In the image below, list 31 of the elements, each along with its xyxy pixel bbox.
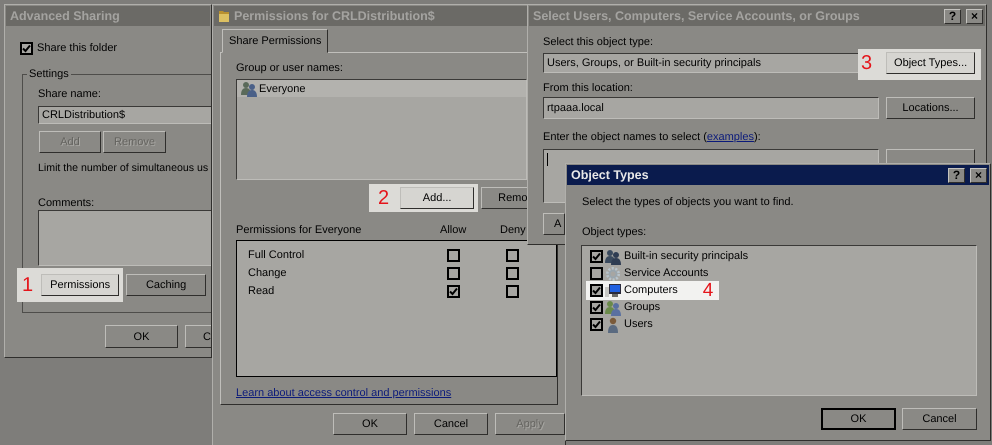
checkbox-label: Built-in security principals (624, 250, 748, 263)
column-header: Allow (440, 224, 468, 237)
checkbox-label: Share this folder (37, 42, 118, 55)
field-label: Comments: (38, 197, 94, 210)
checkbox-label: Service Accounts (624, 267, 708, 280)
step-number: 4 (702, 281, 714, 300)
step-number: 1 (22, 275, 34, 295)
step-number: 2 (378, 188, 390, 208)
checkbox-label: Computers (624, 284, 678, 297)
window-title: Object Types (571, 168, 649, 182)
permission-name: Full Control (248, 248, 306, 262)
location-field: rtpaaa.local (543, 97, 879, 119)
field-label: Permissions for Everyone (236, 224, 362, 237)
description-text: Select the types of objects you want to find. (582, 196, 794, 209)
permission-name: Read (248, 284, 276, 298)
field-label: Share name: (38, 88, 101, 101)
window-title: Permissions for CRLDistribution$ (234, 9, 435, 23)
checkbox-label: Groups (624, 301, 660, 314)
field-label: Select this object type: (543, 36, 654, 49)
field-label: From this location: (543, 82, 633, 95)
window-title: Select Users, Computers, Service Accounts, or Groups (533, 9, 860, 23)
step-number: 3 (861, 53, 872, 73)
window-title: Advanced Sharing (10, 9, 120, 23)
group-label: Settings (27, 68, 71, 81)
description-text: Limit the number of simultaneous us (38, 162, 208, 175)
permission-name: Change (248, 266, 288, 280)
field-label: Enter the object names to select (examples): (543, 131, 761, 144)
field-label: Object types: (582, 226, 646, 239)
checkbox-label: Users (624, 318, 653, 331)
field-label: Group or user names: (236, 62, 343, 75)
column-header: Deny (500, 224, 526, 237)
